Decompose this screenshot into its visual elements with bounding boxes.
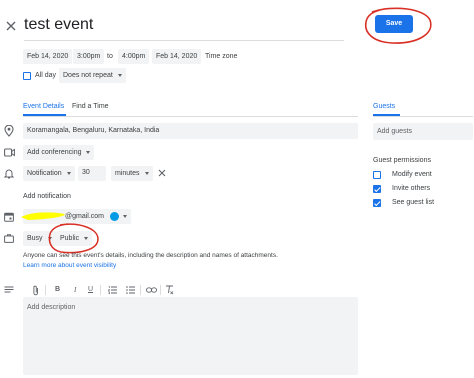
clear-formatting-icon[interactable] — [165, 285, 174, 297]
start-time-field[interactable]: 3:00pm — [73, 49, 105, 64]
email-redaction-highlight — [21, 212, 65, 220]
invite-others-label: Invite others — [392, 185, 431, 192]
add-guests-placeholder: Add guests — [377, 128, 413, 135]
video-camera-icon — [4, 148, 15, 159]
end-time-field[interactable]: 4:00pm — [118, 49, 150, 64]
toolbar-divider-3 — [140, 285, 141, 295]
notification-amount-value: 30 — [82, 169, 90, 176]
italic-button[interactable]: I — [74, 286, 76, 294]
event-title-input[interactable]: test event — [24, 14, 93, 36]
bold-button[interactable]: B — [55, 286, 60, 293]
modify-event-checkbox[interactable] — [373, 171, 381, 179]
all-day-checkbox[interactable] — [23, 72, 31, 80]
toolbar-divider-2 — [100, 285, 101, 295]
all-day-label: All day — [35, 72, 57, 79]
tabs-divider — [23, 116, 358, 117]
calendar-color-dot[interactable] — [110, 212, 119, 221]
calendar-color-chevron-icon[interactable] — [123, 215, 127, 218]
location-value: Koramangala, Bengaluru, Karnataka, India — [27, 127, 160, 134]
add-notification-link[interactable]: Add notification — [23, 191, 71, 203]
modify-event-label: Modify event — [392, 171, 432, 178]
notification-type-dropdown[interactable]: Notification — [23, 166, 75, 181]
see-guest-list-checkbox[interactable] — [373, 199, 381, 207]
end-date-field[interactable]: Feb 14, 2020 — [152, 49, 202, 64]
bulleted-list-icon[interactable] — [126, 286, 135, 296]
tab-guests[interactable]: Guests — [373, 101, 395, 113]
toolbar-divider-4 — [160, 285, 161, 295]
timezone-link[interactable]: Time zone — [205, 51, 237, 63]
tab-find-a-time[interactable]: Find a Time — [72, 101, 109, 113]
link-icon[interactable] — [146, 287, 157, 295]
close-icon[interactable] — [4, 19, 18, 33]
guest-permissions-title: Guest permissions — [373, 157, 431, 164]
briefcase-icon — [4, 234, 14, 245]
save-annotation-circle — [364, 7, 432, 44]
repeat-dropdown[interactable]: Does not repeat — [59, 68, 126, 83]
to-label: to — [107, 53, 113, 60]
description-placeholder: Add description — [27, 304, 76, 311]
underline-button[interactable]: U — [88, 286, 93, 293]
add-conferencing-dropdown[interactable]: Add conferencing — [23, 145, 95, 160]
invite-others-checkbox[interactable] — [373, 185, 381, 193]
calendar-icon — [4, 212, 14, 224]
bell-icon — [3, 168, 15, 181]
tab-event-details[interactable]: Event Details — [23, 101, 64, 113]
notification-unit-dropdown[interactable]: minutes — [111, 166, 153, 181]
description-lines-icon — [4, 286, 14, 296]
title-underline — [24, 40, 344, 41]
start-date-field[interactable]: Feb 14, 2020 — [23, 49, 73, 64]
see-guest-list-label: See guest list — [392, 199, 435, 206]
toolbar-divider-1 — [45, 285, 46, 295]
numbered-list-icon[interactable] — [107, 286, 117, 296]
guests-divider — [373, 116, 473, 117]
learn-more-link[interactable]: Learn more about event visibility — [23, 260, 116, 272]
location-pin-icon — [4, 124, 14, 139]
remove-notification-icon[interactable] — [157, 168, 167, 180]
